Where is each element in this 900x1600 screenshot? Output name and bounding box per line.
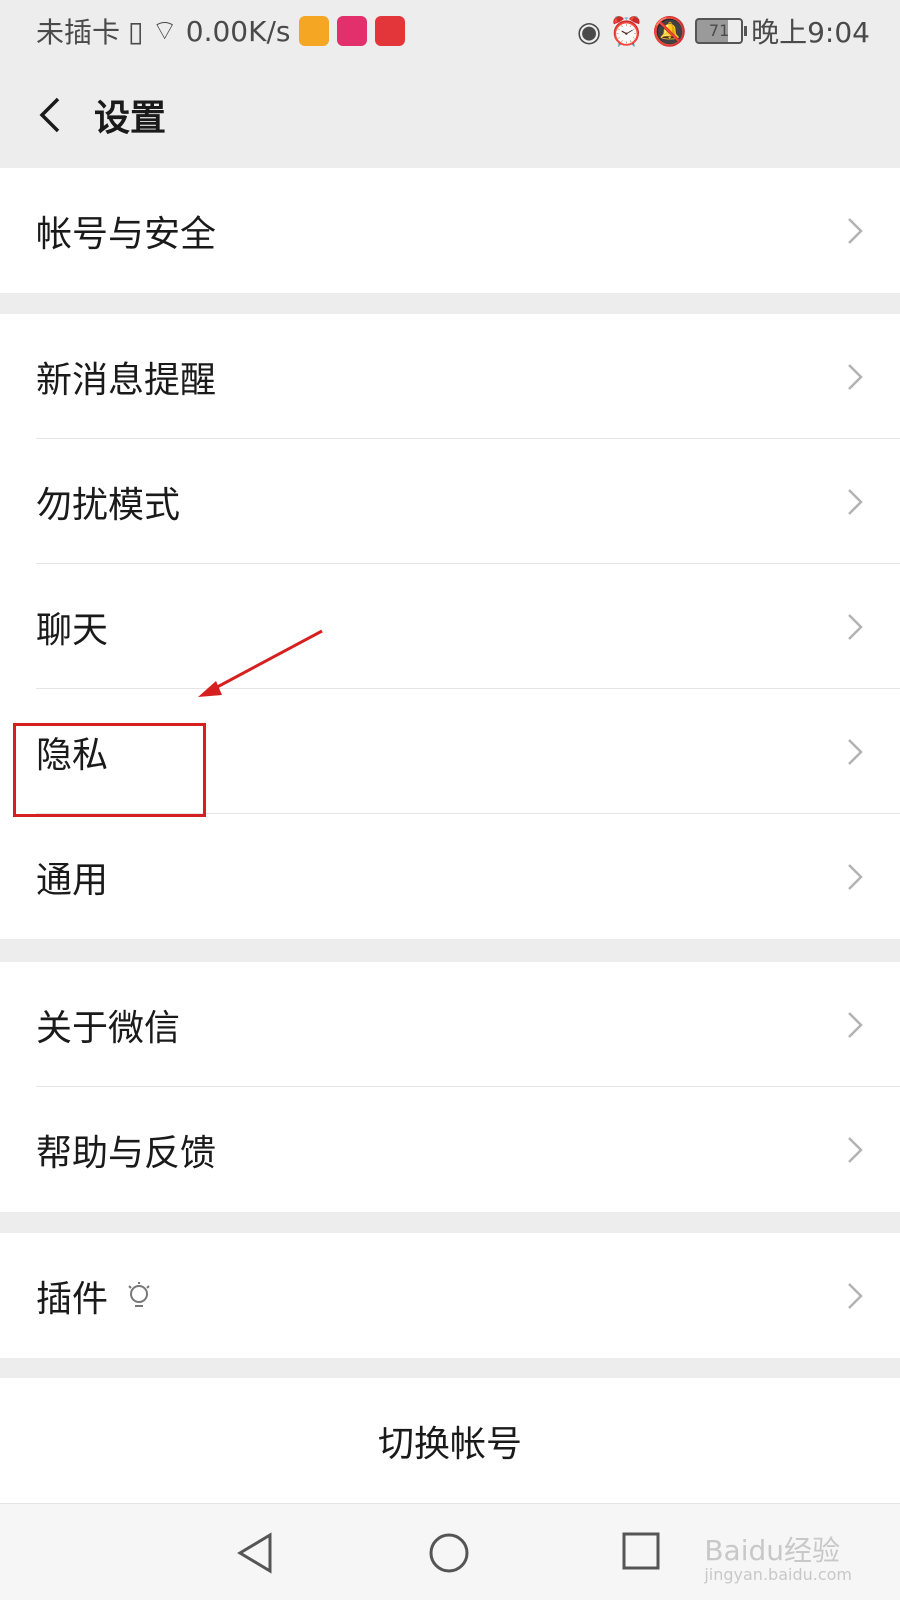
- settings-item-label: 插件: [36, 1278, 109, 1320]
- settings-item-label: 关于微信: [36, 1007, 181, 1049]
- settings-section-main: 新消息提醒 勿扰模式 聊天 隐私 通用: [0, 314, 900, 939]
- settings-item-general[interactable]: 通用: [0, 814, 900, 939]
- nav-home-icon[interactable]: [428, 1532, 470, 1574]
- status-bar: 未插卡 ▯ ⌔ 0.00K/s ◉ ⏰ 🔕 71 晚上9:04: [0, 0, 900, 62]
- eye-icon: ◉: [576, 14, 602, 48]
- chevron-right-icon: [848, 488, 863, 515]
- annotation-highlight-box: [13, 723, 206, 817]
- battery-icon: 71: [695, 18, 748, 44]
- chevron-right-icon: [848, 1136, 863, 1163]
- watermark-sub: jingyan.baidu.com: [704, 1565, 852, 1585]
- clock: 晚上9:04: [751, 16, 870, 49]
- settings-item-label: 帐号与安全: [36, 213, 217, 255]
- alarm-icon: ⏰: [609, 14, 645, 48]
- settings-item-label: 聊天: [36, 609, 109, 651]
- carrier-text: 未插卡: [36, 16, 121, 49]
- settings-section-plugins: 插件: [0, 1233, 900, 1358]
- nav-back-icon[interactable]: [236, 1532, 276, 1574]
- settings-item-label: 通用: [36, 859, 109, 901]
- network-speed: 0.00K/s: [185, 14, 291, 48]
- nav-recents-icon[interactable]: [622, 1532, 660, 1570]
- back-arrow-icon[interactable]: [32, 95, 72, 135]
- sim-alert-icon: ▯: [128, 14, 144, 48]
- system-nav-bar: Baidu经验 jingyan.baidu.com: [0, 1503, 900, 1600]
- chevron-right-icon: [848, 863, 863, 890]
- watermark-main: Baidu经验: [704, 1533, 841, 1567]
- settings-section-about: 关于微信 帮助与反馈: [0, 962, 900, 1212]
- settings-item-label: 新消息提醒: [36, 359, 217, 401]
- settings-item-help-feedback[interactable]: 帮助与反馈: [0, 1087, 900, 1212]
- settings-item-do-not-disturb[interactable]: 勿扰模式: [0, 439, 900, 564]
- wifi-icon: ⌔: [151, 13, 178, 47]
- title-bar: 设置: [0, 62, 900, 169]
- chevron-right-icon: [848, 363, 863, 390]
- page-title: 设置: [94, 98, 167, 139]
- settings-item-account-security[interactable]: 帐号与安全: [0, 168, 900, 293]
- settings-section-account: 帐号与安全: [0, 168, 900, 293]
- settings-item-chat[interactable]: 聊天: [0, 564, 900, 689]
- mute-icon: 🔕: [652, 14, 688, 48]
- chevron-right-icon: [848, 217, 863, 244]
- chevron-right-icon: [848, 1011, 863, 1038]
- switch-account-button[interactable]: 切换帐号: [0, 1378, 900, 1503]
- chevron-right-icon: [848, 1282, 863, 1309]
- app-notification-icon: [298, 16, 329, 46]
- settings-item-label: 勿扰模式: [36, 484, 181, 526]
- baidu-watermark: Baidu经验 jingyan.baidu.com: [704, 1533, 852, 1585]
- huawei-notification-icon: [374, 16, 405, 46]
- settings-item-notifications[interactable]: 新消息提醒: [0, 314, 900, 439]
- switch-account-section: 切换帐号: [0, 1378, 900, 1503]
- app-notification-icon: [336, 16, 367, 46]
- settings-item-label: 帮助与反馈: [36, 1132, 217, 1174]
- lightbulb-icon: [128, 1281, 150, 1307]
- chevron-right-icon: [848, 613, 863, 640]
- chevron-right-icon: [848, 738, 863, 765]
- settings-item-plugins[interactable]: 插件: [0, 1233, 900, 1358]
- annotation-arrow: [198, 629, 323, 697]
- settings-item-about-wechat[interactable]: 关于微信: [0, 962, 900, 1087]
